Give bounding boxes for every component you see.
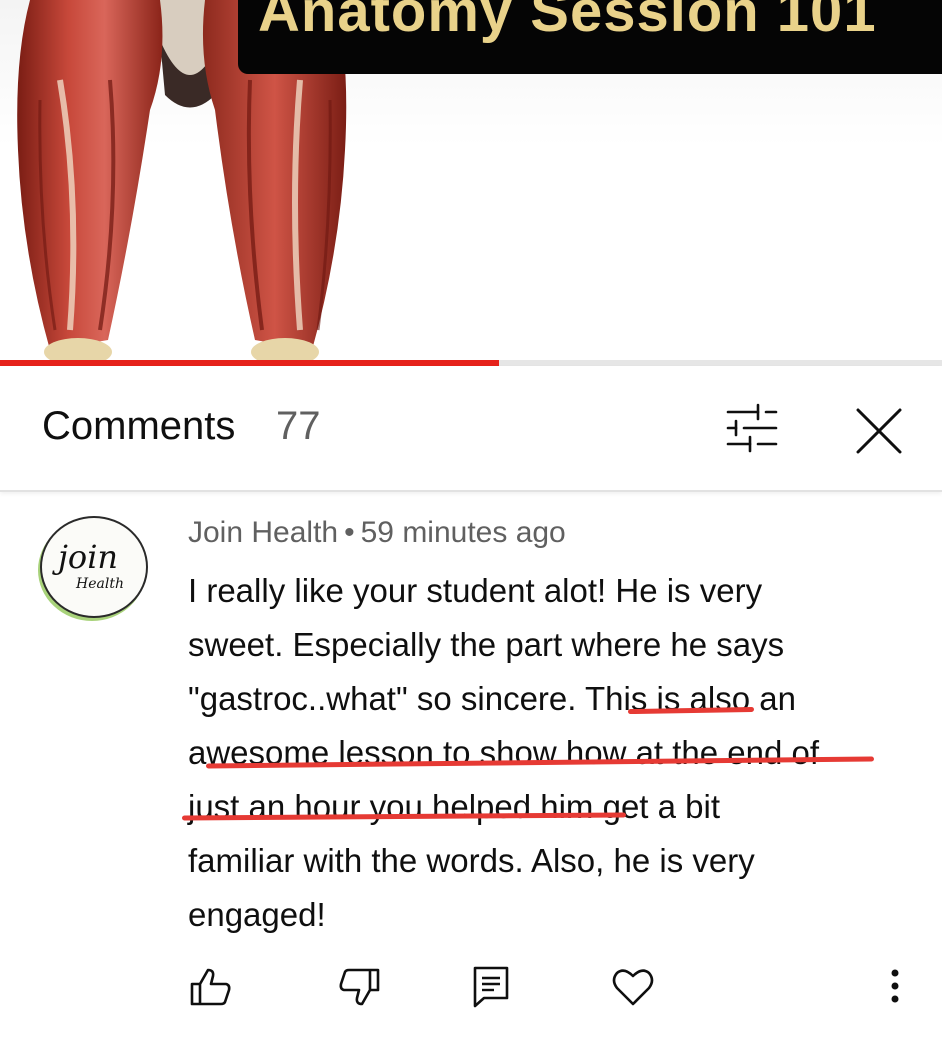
comments-title: Comments: [42, 404, 236, 448]
reply-button[interactable]: [468, 964, 514, 1010]
comment-item: join Health Join Health • 59 minutes ago I…: [0, 494, 942, 1048]
heart-button[interactable]: [610, 964, 656, 1010]
sliders-icon: [726, 403, 778, 453]
comments-header: Comments 77: [0, 366, 942, 492]
comment-actions: [0, 964, 942, 1024]
video-player[interactable]: Anatomy Session 101: [0, 0, 942, 366]
more-options-button[interactable]: [872, 964, 918, 1010]
comments-count: 77: [276, 404, 321, 448]
comment-line: "gastroc..what" so sincere. This is also…: [188, 680, 796, 717]
sort-filter-button[interactable]: [722, 402, 782, 454]
reply-icon: [473, 966, 509, 1008]
comment-line: engaged!: [188, 896, 326, 933]
like-button[interactable]: [188, 964, 234, 1010]
comment-timestamp: 59 minutes ago: [360, 516, 566, 549]
comment-line: familiar with the words. Also, he is ver…: [188, 842, 755, 879]
comment-line: sweet. Especially the part where he says: [188, 626, 785, 663]
comment-line: just an hour you helped him get a bit: [188, 788, 721, 825]
avatar-logo-text: join: [58, 538, 119, 576]
comment-line: awesome lesson to show how at the end of: [188, 734, 820, 771]
comments-screen: Anatomy Session 101 Comments 77 join Hea…: [0, 0, 942, 1048]
dislike-button[interactable]: [336, 964, 382, 1010]
close-comments-button[interactable]: [852, 404, 906, 458]
avatar-logo-subtext: Health: [76, 576, 124, 592]
dislike-icon: [339, 968, 380, 1006]
heart-icon: [612, 969, 654, 1006]
avatar[interactable]: join Health: [40, 516, 148, 618]
comment-meta: Join Health • 59 minutes ago: [188, 516, 566, 550]
comment-author[interactable]: Join Health: [188, 516, 338, 549]
video-title: Anatomy Session 101: [258, 0, 877, 44]
meta-separator: •: [344, 516, 355, 549]
more-vert-icon: [891, 969, 899, 1003]
comment-text: I really like your student alot! He is v…: [188, 564, 908, 942]
comment-line: I really like your student alot! He is v…: [188, 572, 763, 609]
close-icon: [856, 408, 902, 454]
like-icon: [190, 968, 231, 1006]
